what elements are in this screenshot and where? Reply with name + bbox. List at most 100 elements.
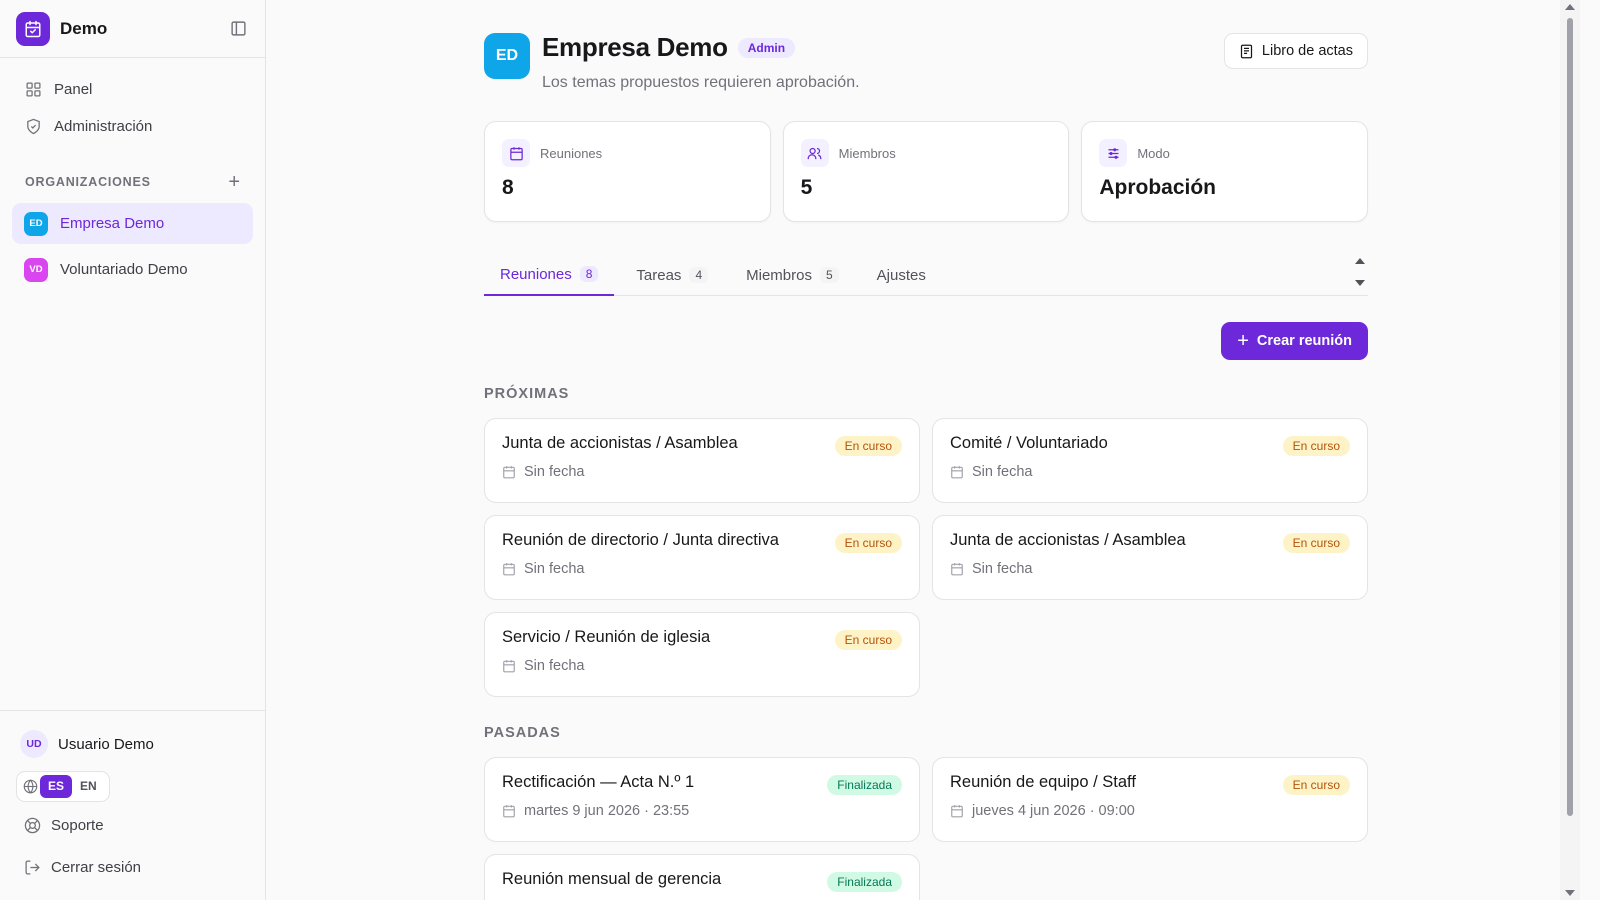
page-title-row: Empresa Demo Admin	[542, 32, 796, 63]
app-name: Demo	[60, 18, 108, 38]
role-badge: Admin	[737, 37, 796, 58]
status-badge: En curso	[834, 436, 902, 456]
plus-icon: +	[1237, 330, 1249, 352]
add-organization-icon[interactable]: +	[228, 172, 240, 192]
sidebar-org-voluntariado-demo[interactable]: VD Voluntariado Demo	[12, 249, 253, 290]
grid-icon	[26, 82, 41, 97]
meeting-date: jueves 4 jun 2026 · 09:00	[972, 803, 1135, 819]
tab-count: 4	[689, 267, 709, 283]
stat-label: Modo	[1137, 145, 1170, 161]
meeting-date: martes 9 jun 2026 · 23:55	[524, 803, 690, 819]
lifebuoy-icon	[24, 817, 41, 833]
support-label: Soporte	[51, 816, 104, 834]
meeting-card[interactable]: Junta de accionistas / Asamblea En curso S…	[484, 418, 920, 503]
sidebar: Demo Panel Administración ORGANIZACIONES…	[0, 0, 266, 900]
calendar-icon	[951, 466, 963, 479]
meeting-date: Sin fecha	[524, 464, 585, 480]
status-badge: En curso	[834, 630, 902, 650]
support-link[interactable]: Soporte	[16, 806, 249, 844]
scroll-up-icon[interactable]	[1565, 4, 1575, 10]
past-meetings-grid: Rectificación — Acta N.º 1 Finalizada mart…	[484, 757, 1368, 900]
logout-label: Cerrar sesión	[51, 858, 142, 876]
logout-icon	[25, 859, 40, 875]
tab-label: Reuniones	[500, 265, 572, 283]
past-section-title: PASADAS	[484, 725, 561, 741]
sidebar-collapse-icon[interactable]	[227, 18, 249, 40]
meeting-date-row: martes 9 jun 2026 · 23:55	[502, 803, 902, 819]
calendar-icon	[503, 805, 515, 818]
stat-card-members: Miembros 5	[782, 121, 1070, 222]
tab-tasks[interactable]: Tareas 4	[620, 254, 724, 296]
meeting-card[interactable]: Reunión de directorio / Junta directiva E…	[484, 515, 920, 600]
minutes-book-label: Libro de actas	[1261, 43, 1353, 59]
stat-value: 5	[800, 176, 813, 199]
language-es-button[interactable]: ES	[40, 775, 73, 798]
tab-count: 8	[579, 266, 599, 282]
meeting-date-row: Sin fecha	[502, 561, 902, 577]
sidebar-item-label: Administración	[54, 118, 153, 135]
org-avatar: ED	[24, 211, 48, 236]
sidebar-nav: Panel Administración	[0, 58, 265, 145]
tab-count: 5	[819, 267, 839, 283]
page-title: Empresa Demo	[542, 32, 728, 62]
organization-list: ED Empresa Demo VD Voluntariado Demo	[0, 192, 265, 290]
status-badge: En curso	[834, 533, 902, 553]
content-column: ED Empresa Demo Admin Los temas propuest…	[484, 0, 1369, 900]
scrollbar-thumb[interactable]	[1567, 18, 1573, 816]
tab-members[interactable]: Miembros 5	[730, 254, 855, 296]
organizations-title: ORGANIZACIONES	[25, 175, 151, 189]
tab-settings[interactable]: Ajustes	[861, 254, 942, 296]
status-badge: Finalizada	[827, 872, 902, 892]
meeting-card[interactable]: Reunión mensual de gerencia Finalizada	[484, 854, 920, 900]
tab-scroll-control[interactable]	[1352, 254, 1368, 290]
avatar: UD	[20, 730, 48, 758]
tab-meetings[interactable]: Reuniones 8	[484, 254, 615, 296]
stat-label: Reuniones	[540, 145, 603, 161]
calendar-icon	[503, 563, 515, 576]
org-name: Empresa Demo	[60, 215, 165, 232]
tab-bar: Reuniones 8 Tareas 4 Miembros 5 Ajustes	[484, 254, 1368, 296]
scroll-down-icon[interactable]	[1565, 890, 1575, 896]
org-name: Voluntariado Demo	[60, 261, 188, 278]
meeting-date: Sin fecha	[972, 561, 1033, 577]
language-en-button[interactable]: EN	[72, 775, 105, 798]
status-badge: En curso	[1282, 775, 1350, 795]
minutes-book-button[interactable]: Libro de actas	[1223, 33, 1368, 69]
sidebar-item-administracion[interactable]: Administración	[12, 108, 253, 145]
sliders-icon	[1099, 139, 1128, 167]
sidebar-item-panel[interactable]: Panel	[12, 71, 253, 108]
calendar-icon	[502, 139, 530, 167]
calendar-icon	[503, 466, 515, 479]
stat-value: 8	[502, 176, 514, 199]
meeting-date-row: Sin fecha	[502, 464, 902, 480]
logout-link[interactable]: Cerrar sesión	[16, 848, 249, 886]
meeting-date-row: Sin fecha	[950, 464, 1350, 480]
org-header: ED Empresa Demo Admin Los temas propuest…	[484, 0, 1368, 118]
user-name: Usuario Demo	[58, 735, 154, 753]
meeting-card[interactable]: Comité / Voluntariado En curso Sin fecha	[932, 418, 1368, 503]
create-meeting-button[interactable]: + Crear reunión	[1221, 322, 1368, 360]
caret-down-icon[interactable]	[1355, 280, 1365, 286]
org-logo: ED	[484, 33, 530, 79]
status-badge: En curso	[1282, 436, 1350, 456]
sidebar-item-label: Panel	[54, 81, 93, 98]
stat-value: Aprobación	[1099, 176, 1217, 199]
caret-up-icon[interactable]	[1355, 258, 1365, 264]
org-avatar: VD	[24, 257, 48, 282]
meeting-card[interactable]: Rectificación — Acta N.º 1 Finalizada mart…	[484, 757, 920, 842]
tab-label: Tareas	[636, 266, 682, 284]
upcoming-section-title: PRÓXIMAS	[484, 386, 570, 402]
page-scrollbar[interactable]	[1560, 0, 1580, 900]
stat-label: Miembros	[838, 145, 896, 161]
meeting-card[interactable]: Junta de accionistas / Asamblea En curso S…	[932, 515, 1368, 600]
meeting-card[interactable]: Reunión de equipo / Staff En curso jueves …	[932, 757, 1368, 842]
calendar-logo-icon[interactable]	[16, 11, 50, 46]
sidebar-org-empresa-demo[interactable]: ED Empresa Demo	[12, 203, 253, 244]
stat-card-mode: Modo Aprobación	[1081, 121, 1369, 222]
user-menu[interactable]: UD Usuario Demo	[16, 727, 249, 761]
users-icon	[800, 139, 829, 167]
action-row: + Crear reunión	[484, 296, 1368, 380]
meeting-card[interactable]: Servicio / Reunión de iglesia En curso Sin…	[484, 612, 920, 697]
meeting-date-row: Sin fecha	[502, 658, 902, 674]
sidebar-footer: UD Usuario Demo ES EN Soporte Cerrar ses…	[0, 710, 265, 900]
